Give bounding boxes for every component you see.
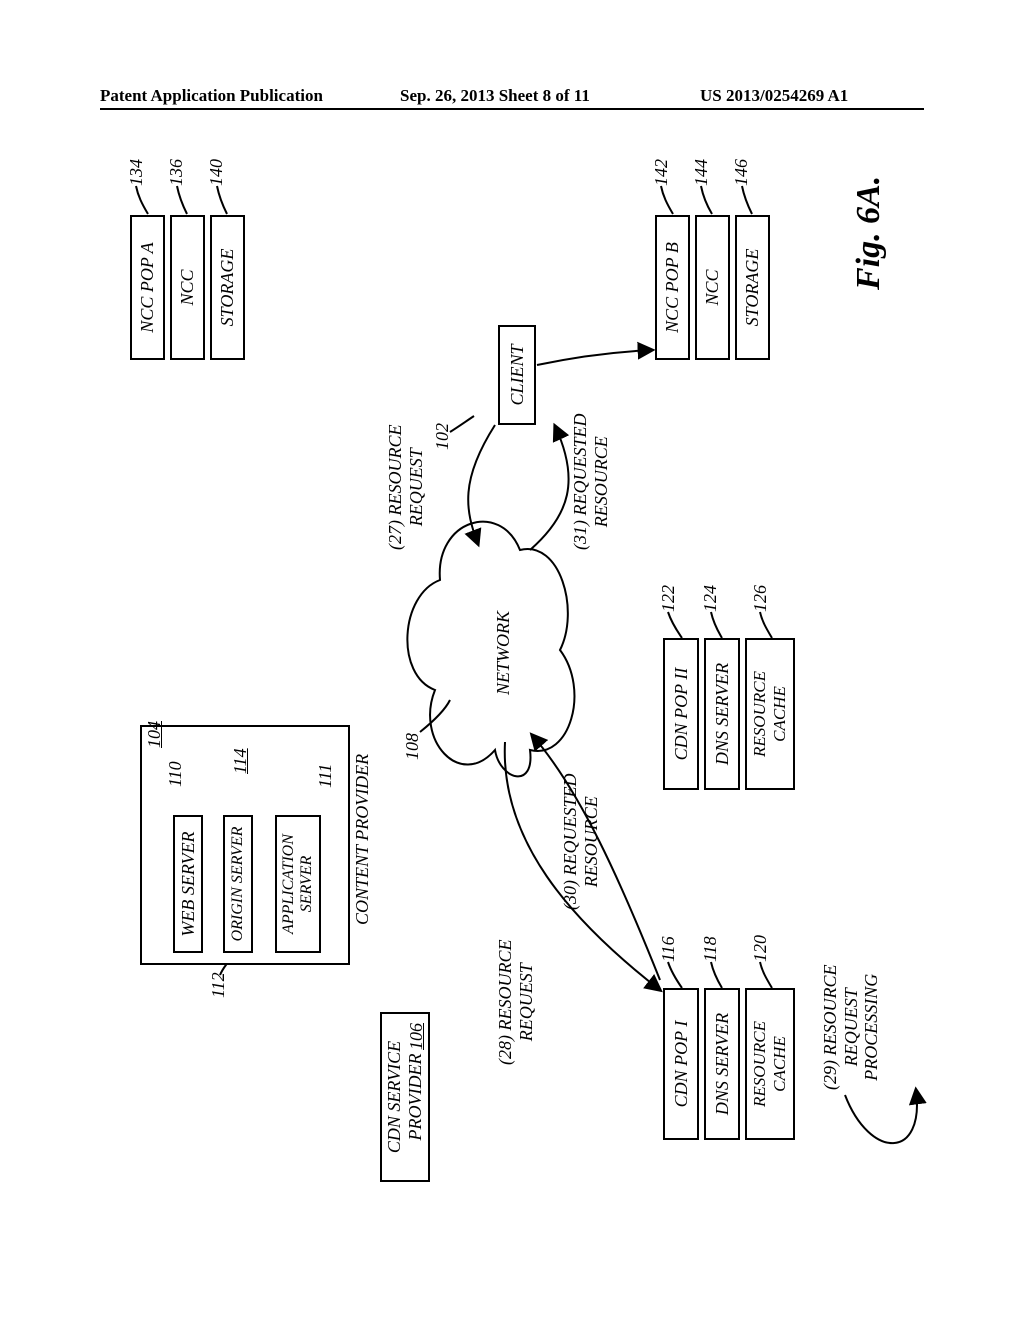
cdn-pop-2-dns-label: DNS SERVER (712, 663, 733, 765)
leader-120 (760, 962, 772, 988)
ncc-a-storage-label: STORAGE (217, 249, 238, 327)
leader-146 (742, 186, 752, 214)
leader-140 (217, 186, 227, 214)
cdn-pop-1-cache-label: RESOURCE CACHE (750, 1021, 790, 1107)
leader-126 (760, 612, 772, 638)
cdn-pop-1-box: CDN POP I (663, 988, 699, 1140)
leader-108 (420, 700, 450, 732)
ncc-pop-a-label: NCC POP A (137, 242, 158, 332)
origin-server-label: ORIGIN SERVER (229, 827, 247, 942)
figure-canvas: 104 WEB SERVER 110 ORIGIN SERVER 112 114… (100, 150, 924, 1220)
ncc-b-ncc-box: NCC (695, 215, 730, 360)
cdn-pop-2-label: CDN POP II (671, 668, 692, 761)
ref-110: 110 (165, 761, 186, 787)
flow-27-label: (27) RESOURCE REQUEST (385, 425, 426, 550)
leader-116 (668, 962, 682, 988)
ref-120: 120 (750, 935, 771, 962)
leader-122 (668, 612, 682, 638)
page: Patent Application Publication Sep. 26, … (0, 0, 1024, 1320)
header-rule (100, 108, 924, 110)
ref-112: 112 (208, 972, 229, 998)
flow-31-label: (31) REQUESTED RESOURCE (570, 414, 611, 550)
cdn-service-provider-label: CDN SERVICE PROVIDER (384, 1041, 426, 1153)
ref-142: 142 (651, 159, 672, 186)
ref-146: 146 (731, 159, 752, 186)
ref-116: 116 (658, 936, 679, 962)
ref-111: 111 (315, 764, 336, 788)
leader-136 (177, 186, 187, 214)
ncc-b-ncc-label: NCC (702, 269, 723, 305)
cdn-pop-1-dns-box: DNS SERVER (704, 988, 740, 1140)
network-label: NETWORK (493, 611, 514, 695)
ncc-pop-b-box: NCC POP B (655, 215, 690, 360)
figure-label: Fig. 6A. (850, 176, 888, 290)
ncc-a-storage-box: STORAGE (210, 215, 245, 360)
ncc-a-ncc-label: NCC (177, 269, 198, 305)
web-server-box: WEB SERVER (173, 815, 203, 953)
ref-106: 106 (406, 1023, 427, 1050)
leader-142 (661, 186, 673, 214)
flow-29-label: (29) RESOURCE REQUEST PROCESSING (820, 965, 882, 1090)
web-server-label: WEB SERVER (178, 831, 199, 936)
client-label: CLIENT (507, 344, 528, 405)
content-provider-label: CONTENT PROVIDER (352, 754, 373, 925)
ref-126: 126 (750, 585, 771, 612)
ref-144: 144 (691, 159, 712, 186)
leader-144 (701, 186, 712, 214)
cdn-pop-1-label: CDN POP I (671, 1021, 692, 1108)
ncc-b-storage-label: STORAGE (742, 249, 763, 327)
cdn-pop-2-dns-box: DNS SERVER (704, 638, 740, 790)
ncc-pop-a-box: NCC POP A (130, 215, 165, 360)
leader-124 (711, 612, 722, 638)
header-left: Patent Application Publication (100, 86, 323, 106)
header-right: US 2013/0254269 A1 (700, 86, 848, 106)
cdn-pop-2-cache-box: RESOURCE CACHE (745, 638, 795, 790)
ref-102: 102 (432, 423, 453, 450)
ref-136: 136 (166, 159, 187, 186)
client-box: CLIENT (498, 325, 536, 425)
cdn-pop-2-box: CDN POP II (663, 638, 699, 790)
cdn-pop-1-cache-box: RESOURCE CACHE (745, 988, 795, 1140)
leader-102 (450, 416, 474, 432)
ref-134: 134 (126, 159, 147, 186)
leader-134 (136, 186, 148, 214)
ref-114: 114 (230, 748, 251, 774)
leader-118 (711, 962, 722, 988)
ref-140: 140 (206, 159, 227, 186)
cdn-pop-1-dns-label: DNS SERVER (712, 1013, 733, 1115)
ncc-pop-b-label: NCC POP B (662, 242, 683, 333)
app-server-box: APPLICATION SERVER (275, 815, 321, 953)
flow-30-label: (30) REQUESTED RESOURCE (560, 774, 601, 910)
header-center: Sep. 26, 2013 Sheet 8 of 11 (400, 86, 590, 106)
ref-124: 124 (700, 585, 721, 612)
app-server-label: APPLICATION SERVER (280, 834, 316, 934)
arrow-27 (468, 425, 495, 544)
network-cloud-icon (407, 522, 574, 777)
origin-server-box: ORIGIN SERVER (223, 815, 253, 953)
ncc-a-ncc-box: NCC (170, 215, 205, 360)
figure-area: 104 WEB SERVER 110 ORIGIN SERVER 112 114… (100, 150, 924, 1220)
ref-118: 118 (700, 936, 721, 962)
ncc-b-storage-box: STORAGE (735, 215, 770, 360)
cdn-pop-2-cache-label: RESOURCE CACHE (750, 671, 790, 757)
arrow-client-nccb (537, 350, 652, 365)
loop-29 (845, 1090, 917, 1143)
flow-28-label: (28) RESOURCE REQUEST (495, 940, 536, 1065)
ref-108: 108 (402, 733, 423, 760)
arrow-31 (530, 426, 569, 550)
ref-122: 122 (658, 585, 679, 612)
ref-104: 104 (144, 721, 165, 748)
